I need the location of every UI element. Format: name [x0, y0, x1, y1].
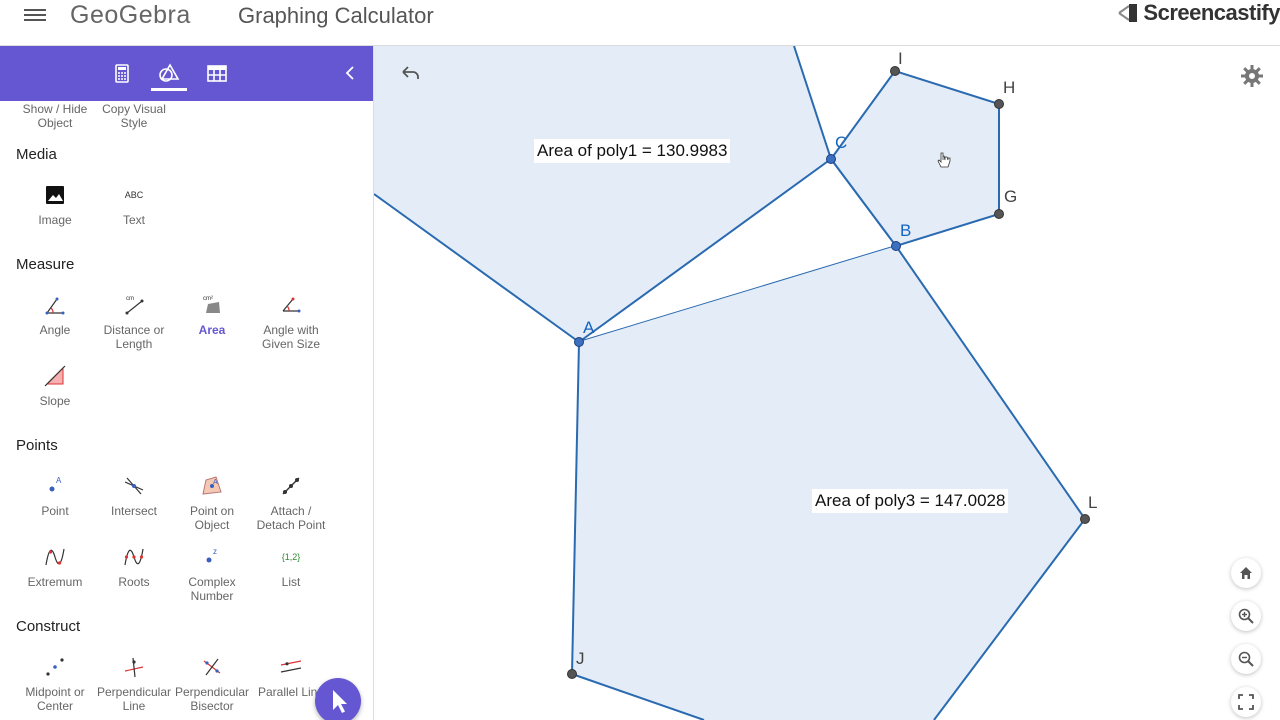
tool-copy-visual-style[interactable]: Copy Visual Style: [94, 102, 174, 130]
label-point-j: J: [576, 649, 585, 668]
undo-icon[interactable]: [398, 64, 422, 84]
active-tab-indicator: [151, 88, 187, 91]
table-icon[interactable]: [206, 62, 228, 84]
perpendicular-line-icon: [124, 657, 144, 678]
tools-shapes-icon[interactable]: [158, 62, 180, 84]
area-label-poly3[interactable]: Area of poly3 = 147.0028: [812, 489, 1009, 513]
zoom-in-icon: [1238, 608, 1254, 624]
calculator-icon[interactable]: [111, 62, 133, 84]
list-icon: {1,2}: [282, 552, 301, 562]
gear-icon[interactable]: [1240, 64, 1264, 88]
tool-show-hide-object[interactable]: Show / Hide Object: [15, 102, 95, 130]
tool-extremum[interactable]: Extremum: [15, 545, 95, 589]
tool-perpendicular-bisector[interactable]: Perpendicular Bisector: [172, 655, 252, 713]
svg-text:ABC: ABC: [125, 190, 144, 200]
label-point-g: G: [1004, 187, 1018, 206]
move-tool-fab[interactable]: [315, 678, 361, 720]
label-point-h: H: [1003, 78, 1016, 97]
label-point-i: I: [898, 49, 903, 68]
tool-attach-detach-point[interactable]: Attach / Detach Point: [251, 474, 331, 532]
share-icon: [1118, 4, 1138, 22]
fullscreen-button[interactable]: [1231, 687, 1261, 717]
section-title-measure: Measure: [16, 256, 75, 273]
tool-slope[interactable]: Slope: [15, 364, 95, 408]
point-a[interactable]: [574, 337, 584, 347]
abc-text-icon: ABC: [125, 190, 144, 200]
tool-distance-length[interactable]: cm Distance or Length: [94, 293, 174, 351]
perpendicular-bisector-icon: [203, 658, 221, 676]
extremum-icon: [45, 548, 65, 566]
tools-panel: Show / Hide Object Copy Visual Style Med…: [0, 46, 374, 720]
label-point-b: B: [900, 221, 912, 240]
svg-text:z: z: [213, 547, 217, 556]
graphics-view[interactable]: A B C I H G L J Area of poly1 = 130.9983…: [374, 46, 1280, 720]
tool-complex-number[interactable]: z Complex Number: [172, 545, 252, 603]
point-g[interactable]: [994, 209, 1004, 219]
svg-text:{1,2}: {1,2}: [282, 552, 301, 562]
tool-image[interactable]: Image: [15, 183, 95, 227]
intersect-icon: [124, 477, 144, 495]
zoom-in-button[interactable]: [1231, 601, 1261, 631]
point-h[interactable]: [994, 99, 1004, 109]
point-icon: A: [49, 476, 62, 492]
slope-icon: [44, 365, 66, 387]
tool-roots[interactable]: Roots: [94, 545, 174, 589]
panel-tab-bar: [0, 46, 373, 101]
chevron-left-icon[interactable]: [342, 63, 358, 83]
image-icon: [46, 186, 64, 204]
tool-perpendicular-line[interactable]: Perpendicular Line: [94, 655, 174, 713]
point-l[interactable]: [1080, 514, 1090, 524]
screencastify-watermark: Screencastify: [1115, 0, 1280, 26]
tool-angle[interactable]: Angle: [15, 293, 95, 337]
geogebra-logo: GeoGebra: [70, 1, 191, 29]
section-title-media: Media: [16, 146, 57, 163]
label-point-l: L: [1088, 493, 1098, 512]
geometry-canvas[interactable]: [374, 46, 1280, 720]
point-b[interactable]: [891, 241, 901, 251]
distance-icon: cm: [125, 296, 144, 315]
label-point-a: A: [583, 318, 595, 337]
tool-text[interactable]: ABC Text: [94, 183, 174, 227]
midpoint-icon: [46, 658, 64, 676]
area-icon: cm²: [203, 296, 220, 313]
svg-text:A: A: [213, 479, 218, 486]
complex-number-icon: z: [206, 547, 217, 563]
label-point-c: C: [835, 133, 848, 152]
tool-point-on-object[interactable]: A Point on Object: [172, 474, 252, 532]
fullscreen-icon: [1238, 694, 1254, 710]
home-view-button[interactable]: [1231, 558, 1261, 588]
tool-angle-given-size[interactable]: Angle with Given Size: [251, 293, 331, 351]
angle-icon: [45, 297, 65, 315]
parallel-line-icon: [280, 660, 302, 673]
area-label-poly1[interactable]: Area of poly1 = 130.9983: [534, 139, 731, 163]
point-on-object-icon: A: [202, 476, 222, 495]
top-app-bar: GeoGebra Graphing Calculator Screencasti…: [0, 0, 1280, 46]
section-title-points: Points: [16, 437, 58, 454]
zoom-out-button[interactable]: [1231, 644, 1261, 674]
point-c[interactable]: [826, 154, 836, 164]
hand-cursor-icon: [937, 152, 951, 168]
point-j[interactable]: [567, 669, 577, 679]
app-title: Graphing Calculator: [238, 3, 434, 28]
home-icon: [1240, 567, 1252, 579]
tool-area[interactable]: cm² Area: [172, 293, 252, 337]
roots-icon: [124, 548, 144, 566]
pointer-arrow-icon: [333, 690, 347, 713]
svg-text:cm: cm: [126, 296, 134, 302]
svg-text:A: A: [56, 476, 62, 485]
tool-midpoint-center[interactable]: Midpoint or Center: [15, 655, 95, 713]
attach-detach-icon: [282, 477, 300, 495]
svg-text:cm²: cm²: [203, 296, 213, 302]
tool-list[interactable]: {1,2} List: [251, 545, 331, 589]
angle-given-size-icon: [282, 297, 301, 313]
tool-point[interactable]: A Point: [15, 474, 95, 518]
zoom-out-icon: [1238, 651, 1254, 667]
section-title-construct: Construct: [16, 618, 81, 635]
menu-icon[interactable]: [24, 6, 46, 24]
tool-intersect[interactable]: Intersect: [94, 474, 174, 518]
